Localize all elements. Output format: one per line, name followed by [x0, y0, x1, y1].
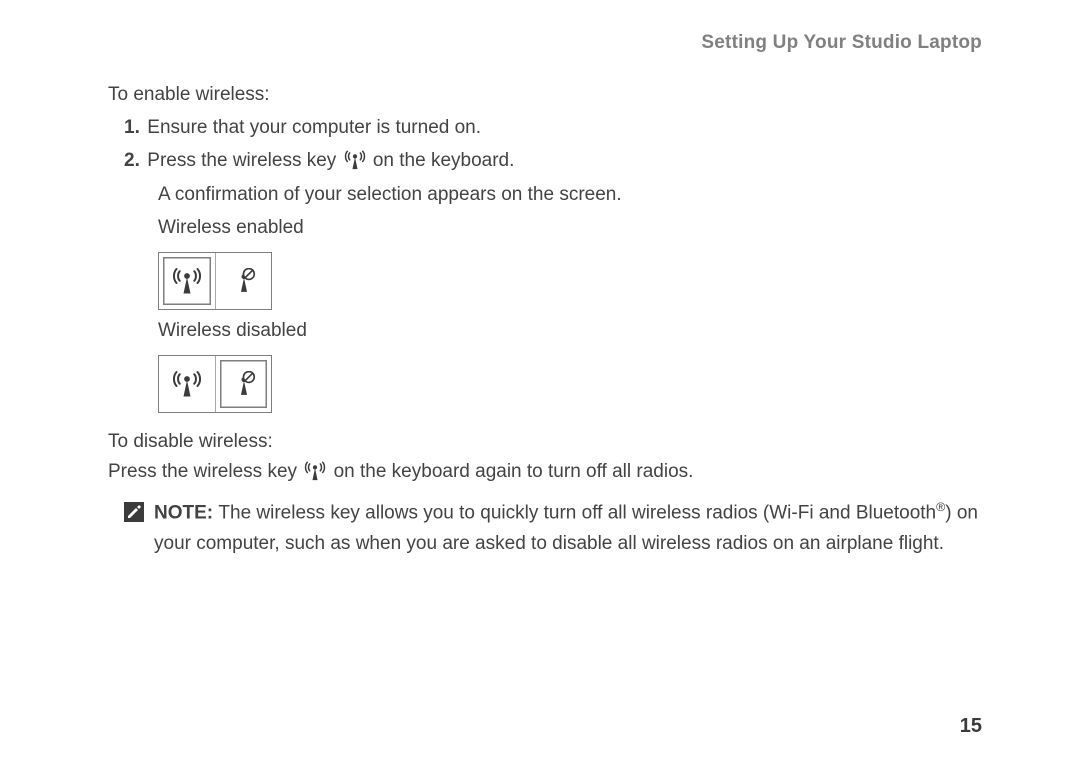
wireless-key-icon [304, 461, 326, 492]
disable-instruction: Press the wireless key on the keyboard a… [108, 457, 982, 492]
step-text-pre: Press the wireless key [147, 150, 341, 171]
step-text: Ensure that your computer is turned on. [147, 117, 481, 138]
step-number: 2. [124, 146, 142, 177]
wireless-key-icon [344, 150, 366, 181]
step-number: 1. [124, 113, 142, 144]
wireless-disabled-indicator [158, 355, 982, 413]
wireless-enabled-label: Wireless enabled [158, 213, 982, 244]
section-header: Setting Up Your Studio Laptop [108, 32, 982, 54]
page-number: 15 [960, 715, 982, 738]
step-text-post: on the keyboard. [373, 150, 515, 171]
note-text: NOTE: The wireless key allows you to qui… [154, 498, 982, 560]
manual-page: Setting Up Your Studio Laptop To enable … [0, 0, 1080, 766]
wireless-off-icon [215, 253, 271, 309]
disable-text-post: on the keyboard again to turn off all ra… [334, 461, 694, 482]
confirmation-text: A confirmation of your selection appears… [158, 180, 982, 211]
registered-mark: ® [936, 500, 945, 514]
note-icon [124, 502, 144, 560]
body-content: To enable wireless: 1. Ensure that your … [108, 80, 982, 560]
disable-intro: To disable wireless: [108, 427, 982, 458]
note-body-pre: The wireless key allows you to quickly t… [218, 502, 936, 523]
note-block: NOTE: The wireless key allows you to qui… [124, 498, 982, 560]
disable-section: To disable wireless: Press the wireless … [108, 427, 982, 493]
step-1: 1. Ensure that your computer is turned o… [124, 113, 982, 144]
enable-intro: To enable wireless: [108, 80, 982, 111]
wireless-off-icon [215, 356, 271, 412]
wireless-on-icon [159, 253, 215, 309]
wireless-enabled-indicator [158, 252, 982, 310]
wireless-on-icon [159, 356, 215, 412]
step-2: 2. Press the wireless key on the keyboar… [124, 146, 982, 413]
disable-text-pre: Press the wireless key [108, 461, 302, 482]
wireless-disabled-label: Wireless disabled [158, 316, 982, 347]
enable-steps-list: 1. Ensure that your computer is turned o… [124, 113, 982, 413]
note-label: NOTE: [154, 502, 218, 523]
